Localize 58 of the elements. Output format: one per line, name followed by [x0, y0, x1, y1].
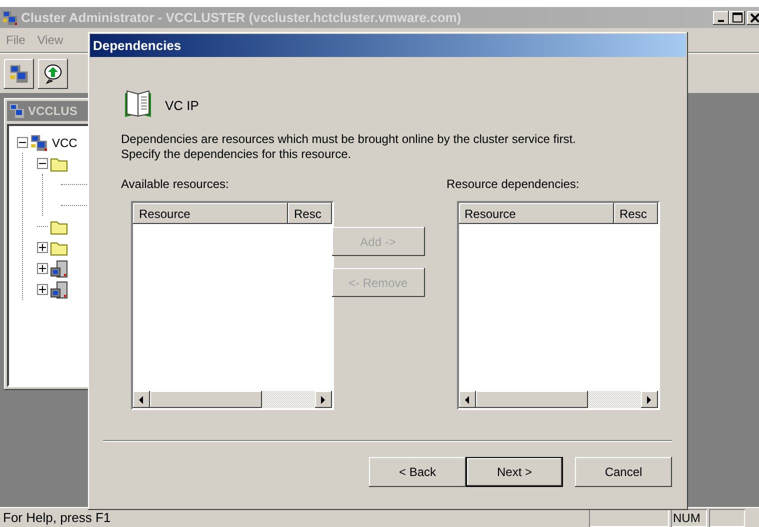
- scroll-right-button[interactable]: [315, 391, 332, 408]
- right-arrow-icon: [646, 396, 652, 404]
- upload-balloon-icon: [43, 64, 63, 84]
- left-arrow-icon: [139, 396, 144, 404]
- column-header[interactable]: Resc: [288, 203, 332, 224]
- toolbar-button[interactable]: [38, 58, 68, 88]
- minus-icon: [39, 160, 46, 167]
- column-header[interactable]: Resource: [133, 203, 288, 224]
- resource-name: VC IP: [165, 97, 199, 116]
- folder-icon: [50, 240, 68, 256]
- cluster-icon: [30, 134, 48, 152]
- cluster-icon: [9, 64, 29, 84]
- expand-toggle[interactable]: [37, 263, 48, 274]
- column-header[interactable]: Resource: [458, 203, 614, 224]
- cluster-icon: [9, 103, 25, 119]
- close-icon: [749, 12, 759, 24]
- left-arrow-icon: [464, 396, 470, 404]
- minimize-icon: [718, 20, 724, 22]
- dialog-title: Dependencies: [93, 36, 182, 55]
- close-button[interactable]: [747, 10, 759, 24]
- wizard-button[interactable]: Cancel: [575, 457, 672, 487]
- list-label: Resource dependencies:: [446, 176, 580, 193]
- maximize-icon: [731, 12, 743, 24]
- cluster-icon: [2, 10, 18, 26]
- maximize-button[interactable]: [729, 10, 745, 24]
- folder-icon: [50, 156, 68, 172]
- expand-toggle[interactable]: [37, 242, 48, 253]
- collapse-toggle[interactable]: [37, 158, 48, 169]
- server-icon: [50, 280, 68, 298]
- folder-icon: [50, 218, 68, 234]
- server-icon: [50, 260, 68, 278]
- wizard-button[interactable]: Next >: [466, 457, 563, 487]
- minus-icon: [19, 139, 26, 146]
- collapse-toggle[interactable]: [17, 137, 28, 148]
- toolbar-button[interactable]: [4, 58, 34, 88]
- expand-toggle[interactable]: [37, 284, 48, 295]
- column-header[interactable]: Resc: [614, 203, 658, 224]
- minimize-button[interactable]: [713, 10, 729, 24]
- status-text: For Help, press F1: [2, 508, 112, 527]
- plus-icon: [39, 286, 46, 293]
- right-arrow-icon: [321, 396, 326, 404]
- status-pane: [709, 508, 745, 526]
- description-text: Dependencies are resources which must be brought online by the cluster service first. Specify the dependencies for this resource.: [121, 132, 577, 162]
- num-indicator: NUM: [671, 508, 707, 526]
- scroll-left-button[interactable]: [458, 391, 476, 408]
- scroll-right-button[interactable]: [640, 391, 658, 408]
- horizontal-scrollbar[interactable]: [458, 391, 658, 408]
- wizard-button[interactable]: < Back: [369, 457, 466, 487]
- scroll-thumb[interactable]: [476, 391, 588, 408]
- window-title: Cluster Administrator - VCCLUSTER (vccluster.hctcluster.vmware.com): [21, 8, 462, 27]
- tree-item-label[interactable]: VCC: [52, 134, 78, 152]
- plus-icon: [39, 244, 46, 251]
- scroll-left-button[interactable]: [133, 391, 150, 408]
- scroll-thumb[interactable]: [150, 391, 262, 408]
- window-title: VCCLUS: [28, 103, 78, 120]
- list-label: Available resources:: [121, 176, 230, 193]
- plus-icon: [39, 265, 46, 272]
- horizontal-scrollbar[interactable]: [133, 391, 332, 408]
